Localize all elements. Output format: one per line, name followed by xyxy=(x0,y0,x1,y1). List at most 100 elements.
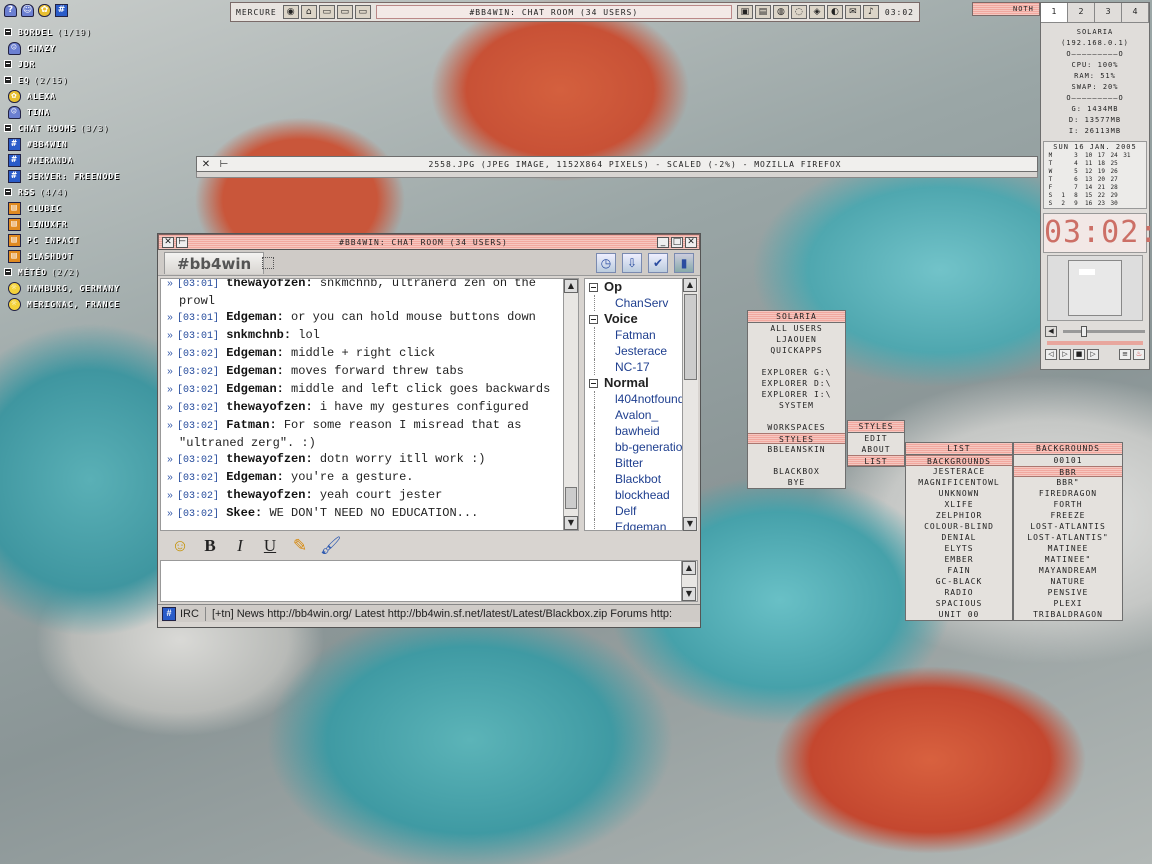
menu-item[interactable]: WORKSPACES xyxy=(748,422,845,433)
folder-icon[interactable]: ▭ xyxy=(354,5,371,19)
menu-item[interactable]: EDIT xyxy=(848,433,904,444)
user-group[interactable]: Normal xyxy=(585,375,697,391)
tree-item[interactable]: # SERVER: FREENODE xyxy=(0,168,150,184)
close-icon[interactable]: ✕ xyxy=(685,236,697,248)
message-nick[interactable]: thewayofzen: xyxy=(226,279,312,290)
collapse-icon[interactable] xyxy=(4,124,12,132)
menu-item[interactable]: UNKNOWN xyxy=(906,488,1012,499)
message-nick[interactable]: Edgeman: xyxy=(226,346,284,360)
tree-item[interactable]: ☼ MERIGNAC, FRANCE xyxy=(0,296,150,312)
message-nick[interactable]: thewayofzen: xyxy=(226,488,312,502)
previous-icon[interactable]: ◁ xyxy=(1045,348,1057,360)
tray-icon[interactable]: ◍ xyxy=(772,5,789,19)
menu-item[interactable]: FIREDRAGON xyxy=(1014,488,1122,499)
menu-item[interactable]: STYLES xyxy=(748,433,845,444)
scroll-down-icon[interactable]: ▼ xyxy=(682,587,696,601)
message-nick[interactable]: snkmchnb: xyxy=(226,328,291,342)
tree-item[interactable]: # #BB4WIN xyxy=(0,136,150,152)
menu-item[interactable]: UNIT 00 xyxy=(906,609,1012,620)
tree-group[interactable]: EQ (2/15) xyxy=(0,72,150,88)
tray-icon[interactable]: ◐ xyxy=(826,5,843,19)
workspace-label[interactable]: MERCURE xyxy=(231,3,282,21)
menu-item[interactable]: JESTERACE xyxy=(906,466,1012,477)
menu-item[interactable]: 00101 xyxy=(1014,455,1122,466)
message-scrollbar[interactable]: ▲ ▼ xyxy=(563,278,579,531)
desktop-pager[interactable] xyxy=(1047,255,1143,321)
italic-button[interactable]: I xyxy=(230,536,250,556)
message-nick[interactable]: thewayofzen: xyxy=(226,452,312,466)
collapse-icon[interactable] xyxy=(4,60,12,68)
menu-item[interactable]: EXPLORER D:\ xyxy=(748,378,845,389)
menu-item[interactable]: BBLEANSKIN xyxy=(748,444,845,455)
tree-item[interactable]: # #MIRANDA xyxy=(0,152,150,168)
menu-item[interactable]: XLIFE xyxy=(906,499,1012,510)
menu-item[interactable]: NATURE xyxy=(1014,576,1122,587)
menu-item[interactable]: BLACKBOX xyxy=(748,466,845,477)
menu-title[interactable]: LIST xyxy=(906,443,1012,455)
menu-item[interactable]: BBR xyxy=(1014,466,1122,477)
menu-item[interactable]: PLEXI xyxy=(1014,598,1122,609)
scroll-down-icon[interactable]: ▼ xyxy=(564,516,578,530)
menu-item[interactable]: LOST-ATLANTIS xyxy=(1014,521,1122,532)
menu-item[interactable]: BACKGROUNDS xyxy=(906,455,1012,466)
menu-title[interactable]: STYLES xyxy=(848,421,904,433)
menu-title[interactable]: SOLARIA xyxy=(748,311,845,323)
brush-icon[interactable]: 🖌 xyxy=(320,536,342,556)
menu-item[interactable]: DENIAL xyxy=(906,532,1012,543)
menu-item[interactable]: EMBER xyxy=(906,554,1012,565)
search-icon[interactable]: ? xyxy=(4,4,17,17)
collapse-icon[interactable] xyxy=(589,282,598,292)
menu-item[interactable]: EXPLORER I:\ xyxy=(748,389,845,400)
scroll-thumb[interactable] xyxy=(565,487,577,509)
close-icon[interactable]: ✕ xyxy=(162,236,174,248)
user-group[interactable]: Op xyxy=(585,279,697,295)
check-icon[interactable]: ✔ xyxy=(648,252,668,273)
speaker-icon[interactable]: ◀ xyxy=(1045,325,1057,337)
user-group[interactable]: Voice xyxy=(585,311,697,327)
menu-item[interactable]: EXPLORER G:\ xyxy=(748,367,845,378)
firefox-window-titlebar[interactable]: ✕ ⊢ 2558.JPG (JPEG IMAGE, 1152X864 PIXEL… xyxy=(196,156,1038,172)
menu-item[interactable]: MAGNIFICENTOWL xyxy=(906,477,1012,488)
menu-item[interactable]: MATINEE xyxy=(1014,543,1122,554)
tab-bb4win[interactable]: #bb4win xyxy=(164,251,265,274)
chat-titlebar[interactable]: ✕ ⊢ #BB4WIN: CHAT ROOM (34 USERS) _ □ ✕ xyxy=(158,234,700,250)
tree-group[interactable]: RSS (4/4) xyxy=(0,184,150,200)
workspace-button[interactable]: 3 xyxy=(1095,3,1122,22)
menu-item[interactable]: GC-BLACK xyxy=(906,576,1012,587)
folder-icon[interactable]: ▭ xyxy=(318,5,335,19)
tray-icon[interactable]: ✉ xyxy=(844,5,861,19)
tray-icon[interactable]: ▣ xyxy=(736,5,753,19)
message-nick[interactable]: thewayofzen: xyxy=(226,400,312,414)
user-icon[interactable]: ☺ xyxy=(21,4,34,17)
menu-item[interactable]: ABOUT xyxy=(848,444,904,455)
underline-button[interactable]: U xyxy=(260,536,280,556)
menu-item[interactable]: MAYANDREAM xyxy=(1014,565,1122,576)
collapse-icon[interactable] xyxy=(4,28,12,36)
bold-button[interactable]: B xyxy=(200,536,220,556)
firefox-icon[interactable]: ◉ xyxy=(282,5,299,19)
tree-item[interactable]: ☼ HAMBURG, GERMANY xyxy=(0,280,150,296)
tray-icon[interactable]: ▤ xyxy=(754,5,771,19)
tree-item[interactable]: ▤ CLUBIC xyxy=(0,200,150,216)
input-scrollbar[interactable]: ▲ ▼ xyxy=(681,561,697,601)
home-icon[interactable]: ⌂ xyxy=(300,5,317,19)
menu-item[interactable]: BYE xyxy=(748,477,845,488)
tree-item[interactable]: ✿ ALEXA xyxy=(0,88,150,104)
volume-handle[interactable] xyxy=(1081,325,1087,337)
userlist-toggle-icon[interactable]: ▮ xyxy=(674,252,694,273)
tree-group[interactable]: BORDEL (1/19) xyxy=(0,24,150,40)
scroll-thumb[interactable] xyxy=(684,294,697,380)
menu-item[interactable]: TRIBALDRAGON xyxy=(1014,609,1122,620)
tree-item[interactable]: ▤ LINUXFR xyxy=(0,216,150,232)
message-nick[interactable]: Edgeman: xyxy=(226,382,284,396)
menu-item[interactable]: QUICKAPPS xyxy=(748,345,845,356)
menu-item[interactable]: FREEZE xyxy=(1014,510,1122,521)
tree-item[interactable]: ☺ CHAZY xyxy=(0,40,150,56)
menu-item[interactable]: FAIN xyxy=(906,565,1012,576)
menu-item[interactable]: LJAOUEN xyxy=(748,334,845,345)
stop-icon[interactable]: ■ xyxy=(1073,348,1085,360)
message-nick[interactable]: Edgeman: xyxy=(226,470,284,484)
history-icon[interactable]: ◷ xyxy=(596,252,616,273)
menu-item[interactable]: LIST xyxy=(848,455,904,466)
menu-item[interactable]: LOST-ATLANTIS" xyxy=(1014,532,1122,543)
